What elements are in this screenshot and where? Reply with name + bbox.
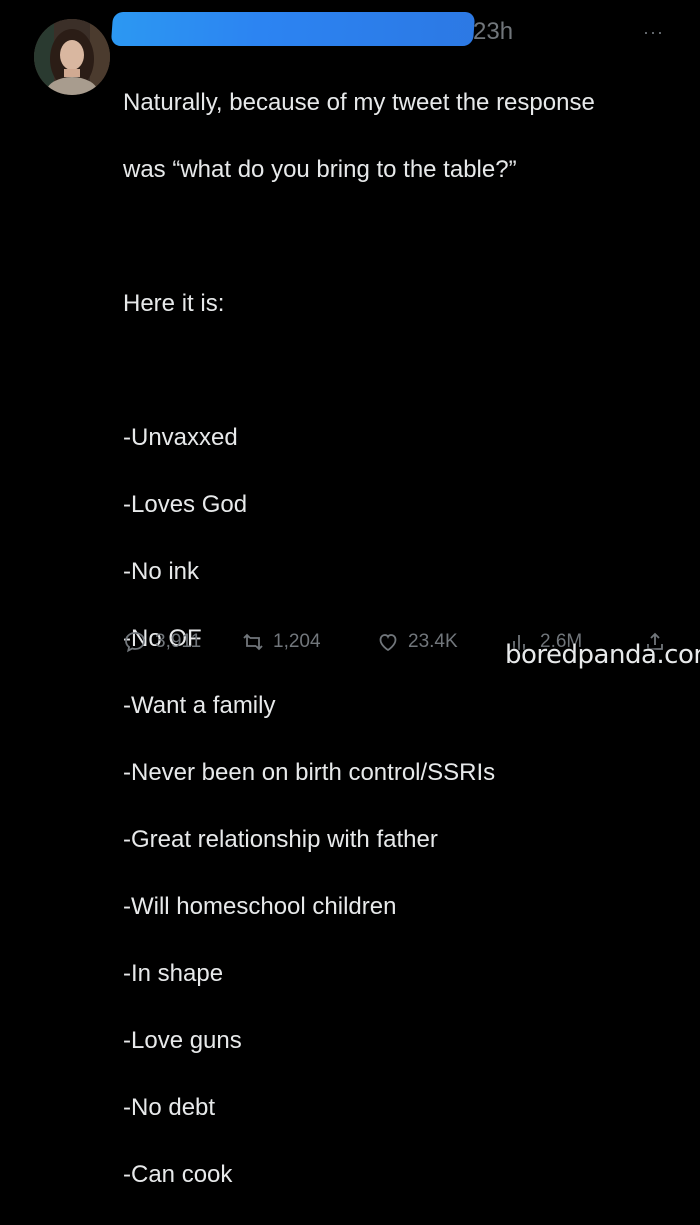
reply-icon <box>125 632 145 653</box>
list-item: -In shape <box>123 959 224 987</box>
like-button[interactable]: 23.4K <box>376 630 458 654</box>
redacted-username <box>110 12 476 46</box>
list-item: -Great relationship with father <box>123 825 438 853</box>
avatar-photo <box>34 19 110 95</box>
list-item: -Want a family <box>123 691 276 719</box>
like-count: 23.4K <box>408 631 458 652</box>
intro-line-2: was “what do you bring to the table?” <box>123 155 517 183</box>
list-item: -Love guns <box>123 1026 242 1054</box>
list-item: -Unvaxxed <box>123 423 238 451</box>
tweet-header: 23h ··· <box>110 6 670 52</box>
list-item: -No ink <box>123 557 200 585</box>
watermark: boredpanda.com <box>505 640 700 670</box>
timestamp[interactable]: 23h <box>473 18 513 46</box>
avatar[interactable] <box>34 19 110 95</box>
intro-line-1: Naturally, because of my tweet the respo… <box>123 88 595 116</box>
list-item: -Can cook <box>123 1160 233 1188</box>
more-icon[interactable]: ··· <box>643 22 664 43</box>
repost-icon <box>243 633 263 651</box>
list-item: -Never been on birth control/SSRIs <box>123 758 496 786</box>
like-icon <box>379 634 397 652</box>
list-item: -Will homeschool children <box>123 892 397 920</box>
reply-count: 3,911 <box>155 631 202 652</box>
list-item: -No debt <box>123 1093 216 1121</box>
reply-button[interactable]: 3,911 <box>123 630 201 654</box>
lead-line: Here it is: <box>123 289 225 317</box>
repost-button[interactable]: 1,204 <box>241 630 321 654</box>
repost-count: 1,204 <box>273 631 321 652</box>
list-item: -Loves God <box>123 490 248 518</box>
